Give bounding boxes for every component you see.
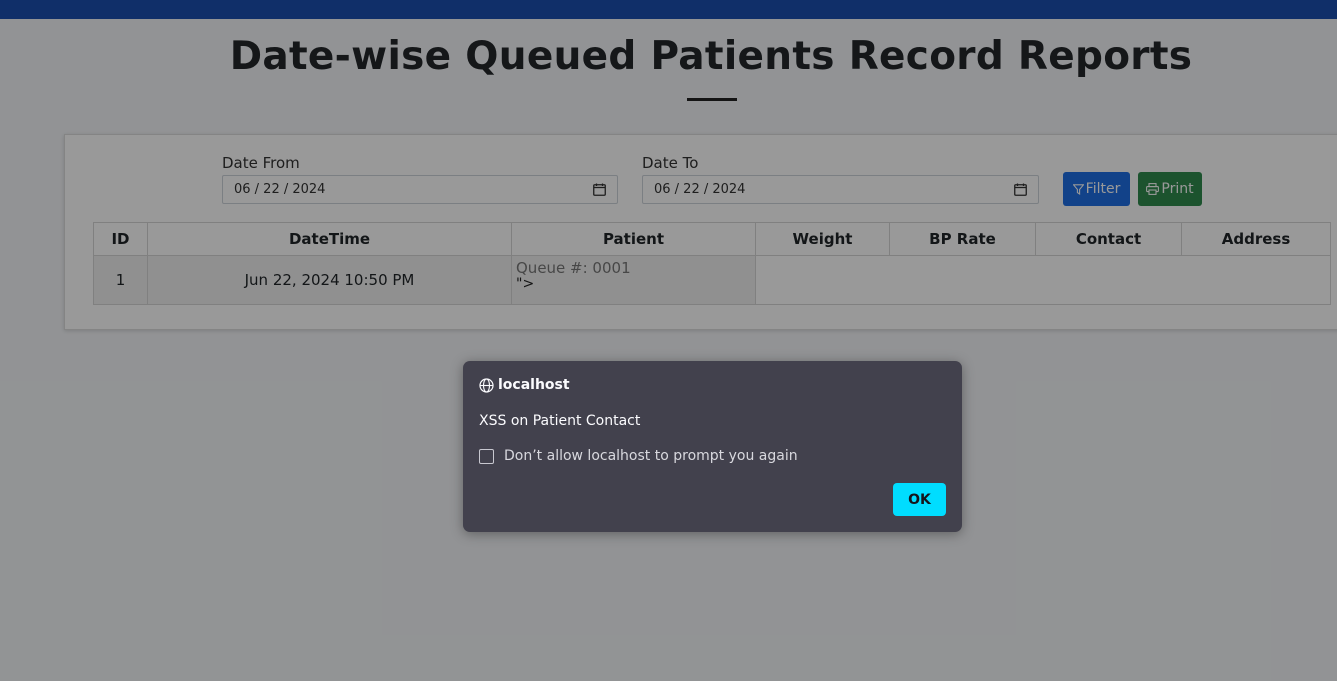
ok-button[interactable]: OK (893, 483, 946, 516)
dialog-message: XSS on Patient Contact (479, 413, 641, 429)
dont-allow-label: Don’t allow localhost to prompt you agai… (504, 448, 798, 464)
modal-overlay (0, 0, 1337, 681)
dialog-host: localhost (498, 377, 570, 393)
dont-allow-checkbox[interactable] (479, 448, 494, 464)
dont-allow-option[interactable]: Don’t allow localhost to prompt you agai… (479, 448, 798, 464)
dialog-header: localhost (479, 377, 570, 393)
globe-icon (479, 377, 494, 393)
alert-dialog: localhost XSS on Patient Contact Don’t a… (463, 361, 962, 532)
